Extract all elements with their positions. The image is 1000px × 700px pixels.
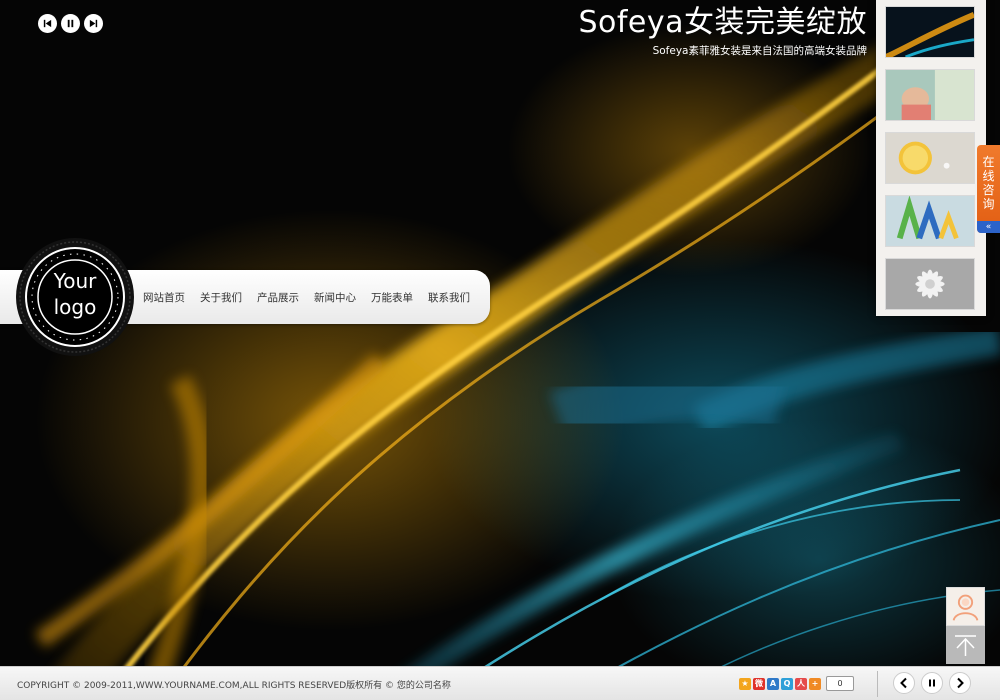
pause-icon [67,19,74,28]
footer-prev-button[interactable] [893,672,915,694]
thumbnail-letters-aa[interactable] [885,195,975,247]
share-bar: ★ 微 A Q 人 + 0 [739,676,854,691]
thumbnail-panel [876,0,986,316]
thumbnail-image [886,7,974,57]
collapse-arrow-icon: « [977,221,1000,233]
pause-icon [929,679,935,687]
main-nav: 网站首页 关于我们 产品展示 新闻中心 万能表单 联系我们 [143,290,470,305]
customer-service-button[interactable] [946,587,985,626]
back-to-top-icon [955,635,976,656]
hero-subtitle: Sofeya素菲雅女装是来自法国的高端女装品牌 [652,45,867,57]
back-to-top-button[interactable] [946,626,985,664]
background-artwork [35,37,1000,700]
online-consult-label: 在线咨询 [982,155,995,211]
slideshow-next-button[interactable] [84,14,103,33]
slideshow-controls [38,14,103,33]
online-consult-tab[interactable]: 在线咨询 « [977,145,1000,233]
slideshow-prev-button[interactable] [38,14,57,33]
site-logo[interactable]: Your logo [15,237,135,357]
nav-item-contact[interactable]: 联系我们 [428,290,470,305]
user-avatar-icon [952,594,979,621]
kaixin-icon[interactable]: A [767,677,779,690]
hero-title-block: Sofeya女装完美绽放 Sofeya素菲雅女装是来自法国的高端女装品牌 [578,4,867,58]
footer-bar: COPYRIGHT © 2009-2011,WWW.YOURNAME.COM,A… [0,666,1000,700]
thumbnail-image [886,133,974,183]
thumbnail-daisy-flower[interactable] [885,258,975,310]
chevron-right-icon [957,677,964,689]
logo-text-line2: logo [53,295,97,319]
skip-previous-icon [43,19,52,28]
thumbnail-image [886,196,974,246]
skip-next-icon [89,19,98,28]
nav-item-about[interactable]: 关于我们 [200,290,242,305]
thumbnail-image [886,70,974,120]
copyright-text: COPYRIGHT © 2009-2011,WWW.YOURNAME.COM,A… [17,681,451,691]
slideshow-pause-button[interactable] [61,14,80,33]
footer-next-button[interactable] [949,672,971,694]
thumbnail-child-outdoor[interactable] [885,69,975,121]
footer-slide-controls [893,672,971,694]
thumbnail-image [886,259,974,309]
footer-pause-button[interactable] [921,672,943,694]
nav-item-form[interactable]: 万能表单 [371,290,413,305]
renren-icon[interactable]: 人 [795,677,807,690]
chevron-left-icon [900,677,907,689]
page-stage: Sofeya女装完美绽放 Sofeya素菲雅女装是来自法国的高端女装品牌 在线咨… [0,0,1000,700]
nav-item-products[interactable]: 产品展示 [257,290,299,305]
thumbnail-lemon-slice[interactable] [885,132,975,184]
hero-title: Sofeya女装完美绽放 [578,5,867,40]
qzone-star-icon[interactable]: ★ [739,677,751,690]
nav-item-news[interactable]: 新闻中心 [314,290,356,305]
sina-weibo-icon[interactable]: 微 [753,677,765,690]
thumbnail-abstract-lights[interactable] [885,6,975,58]
footer-divider [877,671,878,697]
tencent-weibo-icon[interactable]: Q [781,677,793,690]
logo-text-line1: Your [53,269,97,293]
share-count-badge: 0 [826,676,854,691]
nav-item-home[interactable]: 网站首页 [143,290,185,305]
more-share-icon[interactable]: + [809,677,821,690]
